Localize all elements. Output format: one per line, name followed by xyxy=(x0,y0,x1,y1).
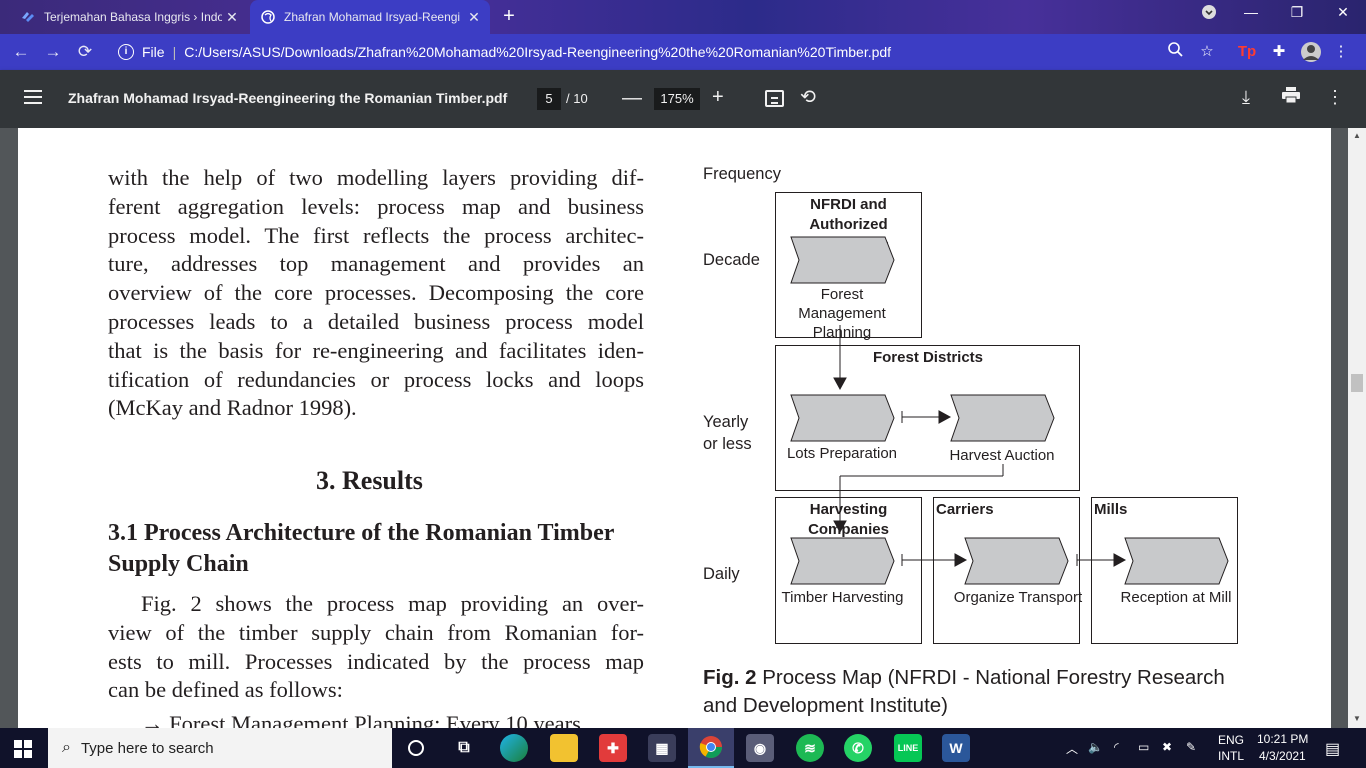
tab-pdf[interactable]: Zhafran Mohamad Irsyad-Reengi ✕ xyxy=(250,0,490,34)
cortana-icon[interactable] xyxy=(402,734,430,762)
search-placeholder: Type here to search xyxy=(80,739,214,757)
page-number-input[interactable]: 5 xyxy=(537,88,561,110)
chrome-menu-icon[interactable]: ⋮ xyxy=(1330,41,1352,63)
chevron-forest-management-planning xyxy=(790,236,895,284)
chrome-taskbar-icon[interactable] xyxy=(688,728,734,768)
chevron-lots-preparation xyxy=(790,394,895,442)
chevron-harvest-auction xyxy=(950,394,1055,442)
taskbar-search-box[interactable]: ⌕ Type here to search xyxy=(48,728,392,768)
process-reception-at-mill: Reception at Mill xyxy=(1120,589,1232,606)
tab-title: Zhafran Mohamad Irsyad-Reengi xyxy=(284,10,461,24)
pdf-title: Zhafran Mohamad Irsyad-Reengineering the… xyxy=(68,90,508,106)
page-total: / 10 xyxy=(566,91,588,106)
print-icon[interactable] xyxy=(1282,87,1300,108)
minimize-button[interactable]: — xyxy=(1236,4,1266,20)
globe-favicon-icon xyxy=(260,9,276,25)
translate-favicon-icon xyxy=(20,9,36,25)
zoom-level-input[interactable]: 175% xyxy=(654,88,700,110)
tab-translate[interactable]: Terjemahan Bahasa Inggris › Indo ✕ xyxy=(8,0,248,34)
address-separator: | xyxy=(172,44,177,60)
browser-tab-strip: Terjemahan Bahasa Inggris › Indo ✕ Zhafr… xyxy=(0,0,1366,34)
profile-menu-icon[interactable] xyxy=(1194,4,1224,23)
notifications-icon[interactable]: ▤ xyxy=(1325,739,1340,759)
windows-start-icon[interactable] xyxy=(14,740,32,758)
gift-app-icon[interactable]: ✚ xyxy=(599,734,627,762)
zoom-magnifier-icon[interactable] xyxy=(1164,41,1186,63)
forward-arrow-icon[interactable]: → xyxy=(42,41,64,63)
language-indicator-bottom[interactable]: INTL xyxy=(1218,749,1244,763)
diagram-connectors xyxy=(833,325,1127,567)
caption-label: Fig. 2 xyxy=(703,666,757,689)
extension-tp-icon[interactable]: Tp xyxy=(1236,41,1258,63)
task-view-icon[interactable]: ⧉ xyxy=(450,734,478,762)
vertical-scrollbar[interactable]: ▲ ▼ xyxy=(1348,128,1366,728)
volume-icon[interactable]: 🔈 xyxy=(1088,740,1103,754)
process-organize-transport: Organize Transport xyxy=(953,589,1083,606)
close-tab-icon[interactable]: ✕ xyxy=(464,9,484,26)
chevron-reception-at-mill xyxy=(1124,537,1229,585)
zoom-in-button[interactable]: + xyxy=(712,86,724,109)
scroll-down-arrow-icon[interactable]: ▼ xyxy=(1352,714,1362,723)
scrollbar-thumb[interactable] xyxy=(1351,374,1363,392)
reload-icon[interactable]: ⟳ xyxy=(74,41,96,63)
figure-caption: Fig. 2 Process Map (NFRDI - National For… xyxy=(703,664,1248,720)
pdf-page: with the help of two modelling layers pr… xyxy=(18,128,1331,728)
search-icon: ⌕ xyxy=(62,739,71,756)
mic-off-icon[interactable]: ✖ xyxy=(1162,740,1172,754)
url-text[interactable]: C:/Users/ASUS/Downloads/Zhafran%20Mohama… xyxy=(184,44,891,60)
extensions-puzzle-icon[interactable]: ✚ xyxy=(1268,41,1290,63)
store-icon[interactable]: ▦ xyxy=(648,734,676,762)
camera-app-icon[interactable]: ◉ xyxy=(746,734,774,762)
pdf-viewport[interactable]: with the help of two modelling layers pr… xyxy=(0,128,1366,728)
scheme-label: File xyxy=(142,44,165,60)
pdf-sidebar-menu-icon[interactable] xyxy=(24,90,42,104)
windows-taskbar: ⌕ Type here to search ⧉ ✚ ▦ ◉ ≋ ✆ LINE W… xyxy=(0,728,1366,768)
tray-expand-icon[interactable]: ︿ xyxy=(1066,740,1078,757)
browser-toolbar: ← → ⟳ i File | C:/Users/ASUS/Downloads/Z… xyxy=(0,34,1366,70)
process-forest-management-planning: Forest Management Planning xyxy=(798,286,886,341)
zoom-out-button[interactable]: — xyxy=(622,87,642,110)
bookmark-star-icon[interactable]: ☆ xyxy=(1196,41,1218,63)
clock-time[interactable]: 10:21 PM xyxy=(1257,732,1308,746)
address-bar[interactable]: i File | C:/Users/ASUS/Downloads/Zhafran… xyxy=(108,39,1228,65)
scroll-up-arrow-icon[interactable]: ▲ xyxy=(1352,131,1362,140)
line-app-icon[interactable]: LINE xyxy=(894,734,922,762)
edge-icon[interactable] xyxy=(500,734,528,762)
fit-page-icon[interactable] xyxy=(765,90,784,107)
avatar[interactable] xyxy=(1300,41,1322,63)
word-icon[interactable]: W xyxy=(942,734,970,762)
clock-date[interactable]: 4/3/2021 xyxy=(1259,749,1306,763)
more-options-icon[interactable]: ⋮ xyxy=(1326,87,1344,108)
battery-icon[interactable]: ▭ xyxy=(1138,740,1149,754)
spotify-icon[interactable]: ≋ xyxy=(796,734,824,762)
caption-text: Process Map (NFRDI - National Forestry R… xyxy=(703,666,1225,717)
process-lots-preparation: Lots Preparation xyxy=(786,445,898,462)
restore-button[interactable]: ❐ xyxy=(1282,4,1312,21)
chevron-organize-transport xyxy=(964,537,1069,585)
download-icon[interactable]: ⤓ xyxy=(1242,87,1250,108)
pdf-toolbar: Zhafran Mohamad Irsyad-Reengineering the… xyxy=(0,70,1366,128)
process-harvest-auction: Harvest Auction xyxy=(949,447,1055,464)
whatsapp-icon[interactable]: ✆ xyxy=(844,734,872,762)
language-indicator-top[interactable]: ENG xyxy=(1218,733,1244,747)
info-icon[interactable]: i xyxy=(118,44,134,60)
tab-title: Terjemahan Bahasa Inggris › Indo xyxy=(44,10,222,24)
pen-icon[interactable]: ✎ xyxy=(1186,740,1196,754)
file-explorer-icon[interactable] xyxy=(550,734,578,762)
chevron-timber-harvesting xyxy=(790,537,895,585)
close-tab-icon[interactable]: ✕ xyxy=(222,9,242,26)
back-arrow-icon[interactable]: ← xyxy=(10,41,32,63)
process-timber-harvesting: Timber Harvesting xyxy=(781,589,904,606)
close-window-button[interactable]: ✕ xyxy=(1328,4,1358,21)
new-tab-button[interactable]: + xyxy=(498,6,520,28)
rotate-icon[interactable]: ⟲ xyxy=(800,86,816,109)
network-icon[interactable]: ◜ xyxy=(1114,740,1119,754)
